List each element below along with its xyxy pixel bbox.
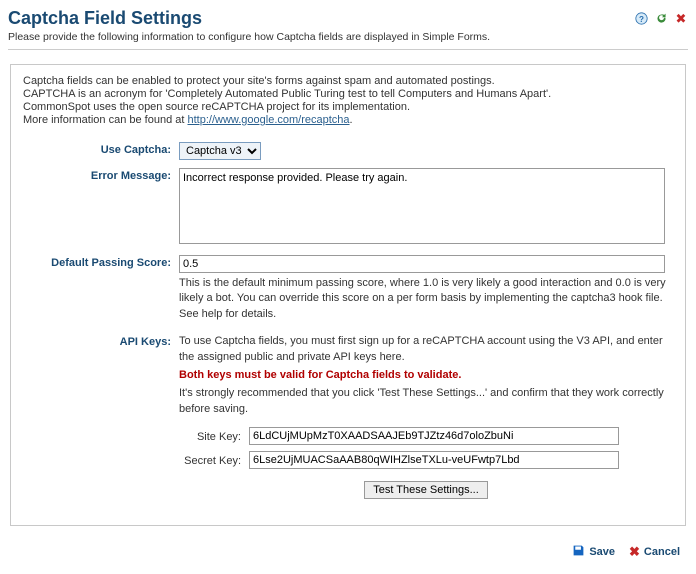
page-subtitle: Please provide the following information… (8, 31, 688, 43)
header-toolbar: ? ✖ (634, 12, 688, 26)
save-icon (572, 544, 585, 560)
use-captcha-select[interactable]: Captcha v3 (179, 142, 261, 160)
api-keys-warning: Both keys must be valid for Captcha fiel… (179, 368, 673, 383)
intro-text: Captcha fields can be enabled to protect… (23, 75, 673, 126)
footer-actions: Save ✖ Cancel (8, 526, 688, 566)
intro-line-3: CommonSpot uses the open source reCAPTCH… (23, 101, 673, 113)
cancel-label: Cancel (644, 546, 680, 558)
api-keys-help2: It's strongly recommended that you click… (179, 386, 673, 417)
intro-line-1: Captcha fields can be enabled to protect… (23, 75, 673, 87)
header-section: Captcha Field Settings ? ✖ Please provid… (8, 8, 688, 50)
cancel-icon: ✖ (629, 544, 640, 560)
cancel-button[interactable]: ✖ Cancel (629, 544, 680, 560)
help-icon[interactable]: ? (634, 12, 648, 26)
default-passing-score-label: Default Passing Score: (23, 255, 179, 322)
refresh-icon[interactable] (654, 12, 668, 26)
error-message-textarea[interactable] (179, 168, 665, 244)
secret-key-label: Secret Key: (179, 453, 249, 467)
secret-key-input[interactable] (249, 451, 619, 469)
default-passing-score-help: This is the default minimum passing scor… (179, 276, 673, 322)
error-message-label: Error Message: (23, 168, 179, 247)
svg-text:?: ? (639, 15, 644, 24)
intro-line-4: More information can be found at http://… (23, 114, 673, 126)
page-title: Captcha Field Settings (8, 8, 202, 29)
api-keys-help1: To use Captcha fields, you must first si… (179, 334, 673, 365)
recaptcha-link[interactable]: http://www.google.com/recaptcha (187, 114, 349, 126)
default-passing-score-input[interactable] (179, 255, 665, 273)
site-key-label: Site Key: (179, 429, 249, 443)
api-keys-label: API Keys: (23, 334, 179, 499)
save-button[interactable]: Save (572, 544, 615, 560)
close-icon[interactable]: ✖ (674, 12, 688, 26)
content-box: Captcha fields can be enabled to protect… (10, 64, 686, 526)
save-label: Save (589, 546, 615, 558)
test-settings-button[interactable]: Test These Settings... (364, 481, 488, 499)
use-captcha-label: Use Captcha: (23, 142, 179, 160)
site-key-input[interactable] (249, 427, 619, 445)
intro-line-2: CAPTCHA is an acronym for 'Completely Au… (23, 88, 673, 100)
